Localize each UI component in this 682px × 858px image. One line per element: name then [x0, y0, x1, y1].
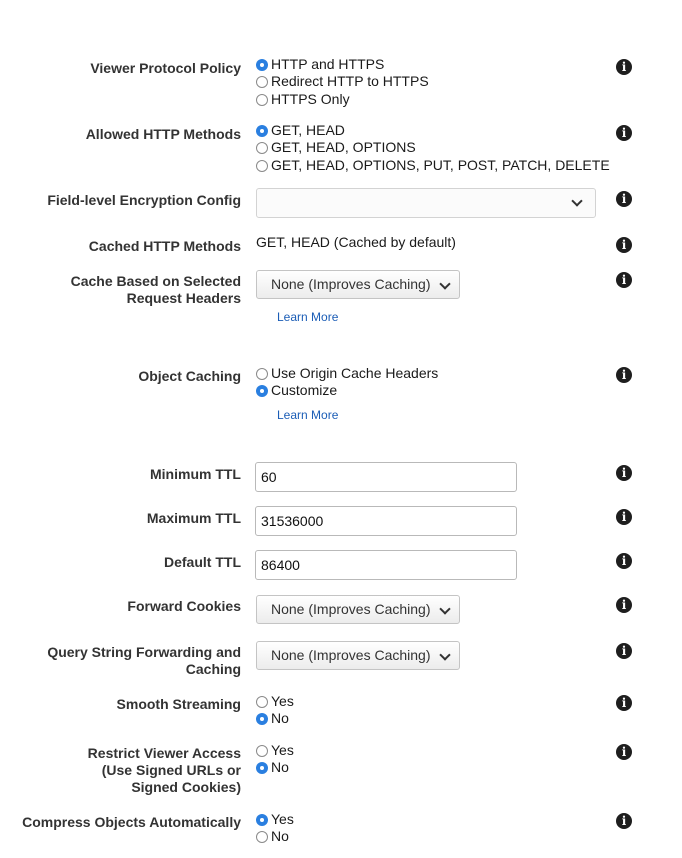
chevron-down-icon [571, 195, 583, 207]
option-label: Redirect HTTP to HTTPS [271, 73, 429, 89]
radio-unselected-icon [256, 93, 268, 106]
option-label: Yes [271, 811, 294, 827]
radio-compress-no[interactable]: No [256, 828, 289, 845]
radio-smooth-streaming-yes[interactable]: Yes [256, 693, 294, 710]
option-label: Customize [271, 382, 338, 398]
radio-selected-icon [256, 761, 268, 774]
dropdown-value: None (Improves Caching) [271, 276, 431, 292]
info-icon[interactable]: i [616, 237, 632, 253]
radio-unselected-icon [256, 159, 268, 172]
option-label: No [271, 759, 289, 775]
radio-restrict-no[interactable]: No [256, 759, 289, 776]
info-icon[interactable]: i [616, 509, 632, 525]
restrict-viewer-access-label: Restrict Viewer Access (Use Signed URLs o… [88, 745, 241, 796]
smooth-streaming-label: Smooth Streaming [116, 696, 241, 712]
minimum-ttl-input[interactable] [255, 462, 517, 492]
info-icon[interactable]: i [616, 744, 632, 760]
viewer-protocol-policy-label: Viewer Protocol Policy [90, 60, 241, 76]
maximum-ttl-label: Maximum TTL [146, 510, 241, 526]
info-icon[interactable]: i [616, 191, 632, 207]
radio-unselected-icon [256, 830, 268, 843]
minimum-ttl-label: Minimum TTL [150, 466, 241, 482]
option-label: Use Origin Cache Headers [271, 365, 439, 381]
label-line: Cache Based on Selected [70, 273, 241, 289]
chevron-down-icon [438, 603, 451, 615]
cache-headers-dropdown[interactable]: None (Improves Caching) [256, 270, 460, 299]
option-label: HTTPS Only [271, 91, 350, 107]
learn-more-link[interactable]: Learn More [277, 310, 338, 324]
radio-smooth-streaming-no[interactable]: No [256, 710, 289, 727]
radio-get-head[interactable]: GET, HEAD [256, 122, 345, 139]
cache-headers-label: Cache Based on Selected Request Headers [71, 273, 241, 307]
cached-http-methods-label: Cached HTTP Methods [88, 238, 241, 254]
field-level-encryption-select[interactable] [256, 188, 596, 218]
dropdown-value: None (Improves Caching) [271, 647, 431, 663]
option-label: No [271, 710, 289, 726]
object-caching-label: Object Caching [138, 368, 241, 384]
radio-all-methods[interactable]: GET, HEAD, OPTIONS, PUT, POST, PATCH, DE… [256, 157, 610, 174]
radio-selected-icon [256, 384, 268, 397]
label-line: Caching [185, 661, 241, 677]
label-line: Query String Forwarding and [47, 644, 241, 660]
info-icon[interactable]: i [616, 465, 632, 481]
option-label: Yes [271, 742, 294, 758]
info-icon[interactable]: i [616, 59, 632, 75]
default-ttl-label: Default TTL [164, 554, 241, 570]
info-icon[interactable]: i [616, 813, 632, 829]
forward-cookies-dropdown[interactable]: None (Improves Caching) [256, 595, 460, 624]
radio-use-origin-cache-headers[interactable]: Use Origin Cache Headers [256, 365, 438, 382]
option-label: HTTP and HTTPS [271, 56, 385, 72]
radio-unselected-icon [256, 367, 268, 380]
radio-https-only[interactable]: HTTPS Only [256, 91, 350, 108]
radio-selected-icon [256, 712, 268, 725]
field-level-encryption-label: Field-level Encryption Config [47, 192, 241, 208]
radio-unselected-icon [256, 744, 268, 757]
radio-http-and-https[interactable]: HTTP and HTTPS [256, 56, 384, 73]
cached-http-methods-value: GET, HEAD (Cached by default) [256, 234, 456, 250]
label-line: Signed Cookies) [131, 779, 241, 795]
radio-redirect-http-to-https[interactable]: Redirect HTTP to HTTPS [256, 73, 429, 90]
maximum-ttl-input[interactable] [255, 506, 517, 536]
forward-cookies-label: Forward Cookies [127, 598, 241, 614]
radio-unselected-icon [256, 695, 268, 708]
label-line: (Use Signed URLs or [101, 762, 241, 778]
info-icon[interactable]: i [616, 643, 632, 659]
radio-selected-icon [256, 124, 268, 137]
info-icon[interactable]: i [616, 553, 632, 569]
dropdown-value: None (Improves Caching) [271, 601, 431, 617]
chevron-down-icon [438, 278, 451, 290]
allowed-http-methods-label: Allowed HTTP Methods [85, 126, 241, 142]
info-icon[interactable]: i [616, 597, 632, 613]
label-line: Request Headers [126, 290, 241, 306]
option-label: GET, HEAD, OPTIONS, PUT, POST, PATCH, DE… [271, 157, 610, 173]
learn-more-link[interactable]: Learn More [277, 408, 338, 422]
info-icon[interactable]: i [616, 272, 632, 288]
default-ttl-input[interactable] [255, 550, 517, 580]
option-label: GET, HEAD [271, 122, 345, 138]
option-label: Yes [271, 693, 294, 709]
option-label: No [271, 828, 289, 844]
radio-unselected-icon [256, 75, 268, 88]
info-icon[interactable]: i [616, 125, 632, 141]
radio-get-head-options[interactable]: GET, HEAD, OPTIONS [256, 139, 416, 156]
compress-objects-label: Compress Objects Automatically [22, 814, 241, 830]
radio-selected-icon [256, 813, 268, 826]
radio-selected-icon [256, 58, 268, 71]
radio-restrict-yes[interactable]: Yes [256, 742, 294, 759]
label-line: Restrict Viewer Access [87, 745, 241, 761]
query-string-dropdown[interactable]: None (Improves Caching) [256, 641, 460, 670]
info-icon[interactable]: i [616, 367, 632, 383]
radio-unselected-icon [256, 141, 268, 154]
info-icon[interactable]: i [616, 695, 632, 711]
radio-customize[interactable]: Customize [256, 382, 337, 399]
radio-compress-yes[interactable]: Yes [256, 811, 294, 828]
chevron-down-icon [438, 649, 451, 661]
option-label: GET, HEAD, OPTIONS [271, 139, 416, 155]
query-string-label: Query String Forwarding and Caching [47, 644, 241, 678]
